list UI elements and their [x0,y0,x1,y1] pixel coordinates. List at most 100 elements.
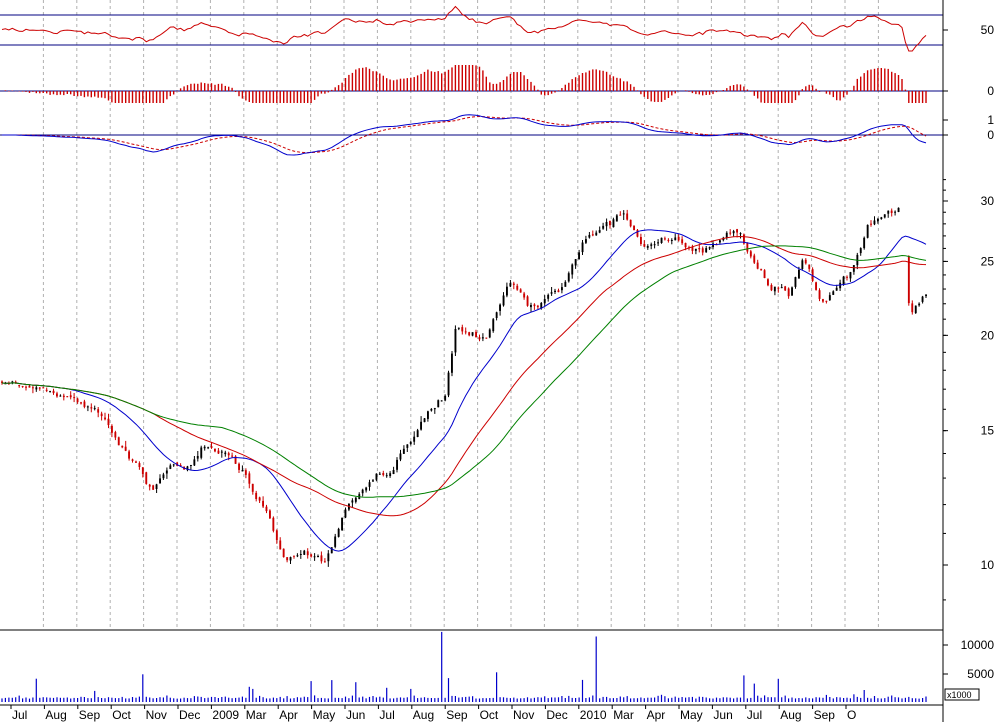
month-label: Sep [79,708,101,722]
candle-body [124,446,127,451]
price-candle [492,318,495,333]
candle-body [83,401,86,407]
candle-body [440,400,443,402]
candle-body [409,441,412,444]
price-candle [423,418,426,423]
price-candle [743,233,745,245]
candle-body [804,259,807,264]
candle-body [471,332,474,336]
candle-body [128,451,130,459]
candle-body [852,265,855,272]
candle-body [138,463,141,467]
candle-body [269,510,271,519]
candle-body [104,417,106,420]
candle-body [141,467,144,474]
month-label: May [313,708,336,722]
candle-body [767,279,769,286]
candle-body [846,276,848,278]
candle-body [512,283,515,285]
candle-body [162,474,165,479]
price-candle [763,269,766,279]
month-label: Jun [713,708,732,722]
candle-body [73,397,76,399]
price-tick-label: 15 [981,424,995,438]
month-label: Dec [546,708,567,722]
candle-body [550,292,553,294]
candle-body [485,337,488,339]
candle-body [385,475,388,477]
candle-body [76,398,79,403]
candle-body [451,353,453,373]
candle-body [708,247,711,249]
candle-body [392,470,395,474]
candle-body [165,470,168,474]
candle-body [918,303,921,306]
candle-body [279,540,282,550]
candle-body [231,455,234,457]
price-candle [811,267,814,283]
candle-body [21,386,24,388]
candle-body [28,386,31,388]
candle-body [636,229,639,237]
price-candle [907,255,910,306]
candle-body [554,290,556,292]
candle-body [633,225,635,230]
candle-body [914,305,917,314]
candle-body [251,483,254,492]
candle-body [749,251,752,257]
macd-tick-label: 1 [987,113,994,127]
candle-body [145,472,148,484]
candle-body [595,232,598,236]
candle-body [52,390,55,394]
candle-body [93,408,96,410]
candle-body [670,240,673,241]
month-label: Aug [780,708,801,722]
candle-body [609,221,611,226]
candle-body [289,557,292,561]
candle-body [293,555,295,557]
candle-body [770,285,773,291]
candle-body [169,465,172,469]
candle-body [598,230,601,233]
candle-body [880,217,883,219]
candle-body [911,303,914,313]
price-candle [437,399,440,408]
candle-body [481,337,484,339]
month-label: Apr [647,708,666,722]
candle-body [585,239,587,243]
price-candle [337,527,340,538]
candle-body [203,446,206,449]
candle-body [701,248,704,253]
candle-body [468,332,471,336]
price-candle [660,237,663,244]
candle-body [784,286,787,291]
candle-body [365,487,368,491]
price-candle [117,436,120,446]
month-label: May [680,708,703,722]
candle-body [368,482,371,487]
price-candle [269,509,271,519]
candle-body [49,391,51,393]
candle-body [275,530,278,540]
candle-body [828,295,831,301]
candle-body [193,459,196,466]
candle-body [478,337,481,340]
candle-body [650,244,653,246]
candle-body [732,231,735,234]
candle-body [502,295,505,306]
candle-body [925,294,927,297]
candle-body [447,372,450,396]
candle-body [753,255,756,263]
candle-body [320,555,323,562]
price-tick-label: 20 [981,328,995,342]
price-candle [815,281,817,291]
candle-body [159,478,161,484]
candle-body [90,407,93,409]
candle-body [334,536,337,547]
candle-body [694,248,697,251]
price-candle [200,445,203,460]
candle-body [832,291,835,295]
candle-body [674,237,677,241]
candle-body [337,528,340,537]
price-candle [866,224,869,239]
